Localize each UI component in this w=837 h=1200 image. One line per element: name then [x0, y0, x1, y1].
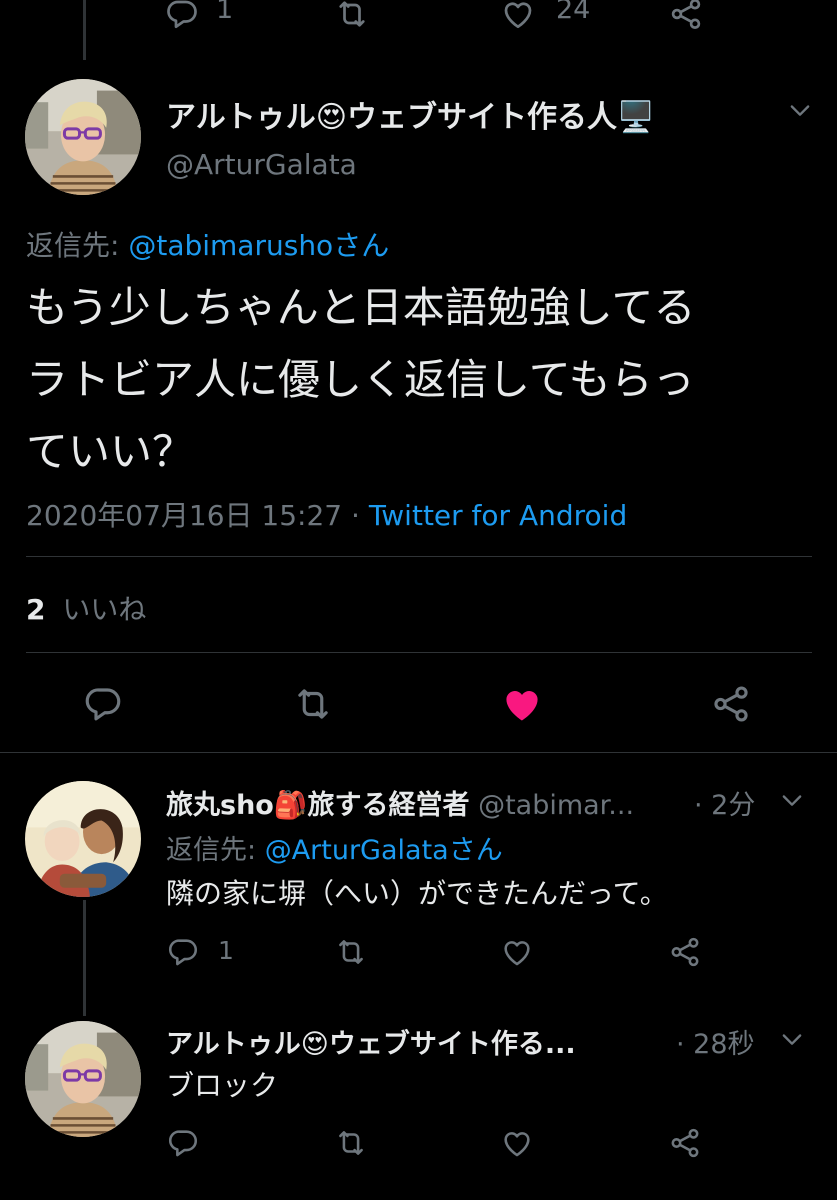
divider: [0, 752, 837, 753]
thread-line-top: [83, 0, 86, 60]
likes-summary[interactable]: 2 いいね: [26, 588, 146, 628]
reply1-header[interactable]: 旅丸sho🎒旅する経営者 @tabimar...: [166, 783, 634, 822]
likes-count: 2: [26, 593, 46, 626]
reply-to-prefix: 返信先:: [26, 229, 129, 262]
avatar[interactable]: [25, 79, 141, 195]
reply2-time: · 28秒: [676, 1029, 755, 1060]
reply-icon[interactable]: [166, 1126, 200, 1160]
thread-line-reply1: [83, 900, 86, 1016]
main-handle[interactable]: @ArturGalata: [166, 148, 357, 181]
reply2-text: ブロック: [166, 1069, 279, 1102]
share-icon[interactable]: [668, 0, 704, 32]
tweet-text-line: もう少しちゃんと日本語勉強してる: [26, 283, 696, 332]
reply1-reply-count: 1: [218, 936, 234, 965]
tweet-text: もう少しちゃんと日本語勉強してる ラトビア人に優しく返信してもらっ ていい？: [26, 272, 695, 488]
reply2-display-name[interactable]: アルトゥル😍ウェブサイト作る...: [166, 1022, 576, 1061]
reply-to-line: 返信先: @tabimarushoさん: [26, 224, 389, 264]
like-icon-active[interactable]: [500, 682, 544, 726]
source-link[interactable]: Twitter for Android: [369, 499, 627, 532]
retweet-icon[interactable]: [334, 0, 370, 32]
retweet-icon[interactable]: [334, 1126, 368, 1160]
reply-to-link[interactable]: @tabimarushoさん: [128, 229, 389, 262]
main-display-name[interactable]: アルトゥル😍ウェブサイト作る人🖥️: [166, 92, 654, 136]
tweet-text-line: ていい？: [26, 427, 195, 476]
share-icon[interactable]: [710, 683, 752, 725]
likes-label: いいね: [62, 593, 147, 626]
like-icon[interactable]: [500, 1126, 534, 1160]
avatar[interactable]: [25, 781, 141, 897]
retweet-icon[interactable]: [334, 935, 368, 969]
top-like-count: 24: [556, 0, 591, 25]
reply1-handle: @tabimar...: [478, 790, 635, 821]
reply-icon[interactable]: [166, 935, 200, 969]
reply-icon[interactable]: [164, 0, 200, 32]
reply-to-prefix: 返信先:: [166, 835, 265, 866]
reply-to-link[interactable]: @ArturGalataさん: [265, 835, 503, 866]
reply1-display-name: 旅丸sho🎒旅する経営者: [166, 790, 470, 821]
reply1-text: 隣の家に塀（へい）ができたんだって。: [166, 877, 668, 910]
divider: [26, 556, 812, 557]
chevron-down-icon[interactable]: [778, 1025, 806, 1053]
chevron-down-icon[interactable]: [778, 786, 806, 814]
share-icon[interactable]: [668, 935, 702, 969]
top-reply-count: 1: [216, 0, 234, 25]
share-icon[interactable]: [668, 1126, 702, 1160]
reply1-time: · 2分: [694, 790, 756, 821]
timestamp[interactable]: 2020年07月16日 15:27 ·: [26, 499, 369, 532]
timestamp-line: 2020年07月16日 15:27 · Twitter for Android: [26, 494, 627, 534]
avatar[interactable]: [25, 1021, 141, 1137]
reply1-reply-to: 返信先: @ArturGalataさん: [166, 828, 503, 867]
tweet-text-line: ラトビア人に優しく返信してもらっ: [26, 355, 695, 404]
like-icon[interactable]: [500, 935, 534, 969]
chevron-down-icon[interactable]: [786, 96, 814, 124]
reply-icon[interactable]: [82, 683, 124, 725]
retweet-icon[interactable]: [292, 683, 334, 725]
divider: [26, 652, 812, 653]
like-icon[interactable]: [500, 0, 536, 32]
